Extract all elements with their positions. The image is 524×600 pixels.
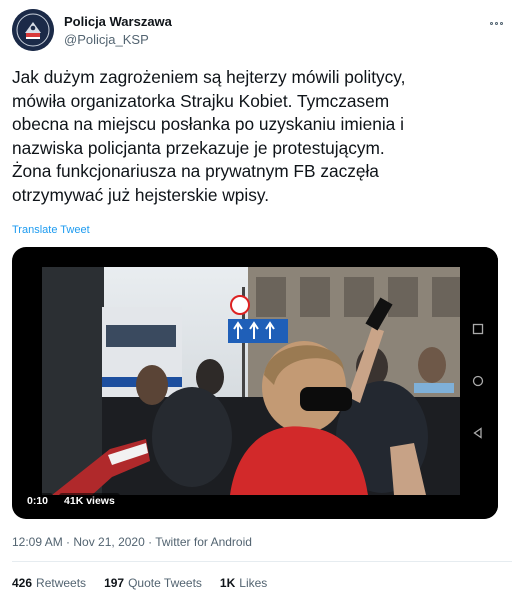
likes-label: Likes	[239, 576, 268, 590]
translate-tweet-link[interactable]: Translate Tweet	[12, 224, 90, 236]
video-thumbnail	[42, 267, 464, 495]
tweet-timestamp: 12:09 AM · Nov 21, 2020 · Twitter for An…	[12, 535, 252, 549]
retweets-label: Retweets	[36, 576, 87, 590]
separator: ·	[144, 535, 156, 549]
police-badge-icon	[12, 9, 54, 51]
retweets-count: 426	[12, 576, 33, 590]
video-duration: 0:10	[22, 493, 54, 509]
quote-tweets-label: Quote Tweets	[128, 576, 202, 590]
tweet-card: Policja Warszawa @Policja_KSP Jak dużym …	[0, 0, 524, 600]
tweet-time[interactable]: 12:09 AM	[12, 535, 63, 549]
tweet-text: Jak dużym zagrożeniem są hejterzy mówili…	[12, 67, 406, 205]
back-icon	[473, 427, 482, 439]
video-meta: 0:10 41K views	[22, 493, 120, 509]
more-options-icon[interactable]	[490, 12, 512, 28]
video-frame-image	[42, 267, 464, 495]
avatar[interactable]	[12, 9, 54, 51]
android-nav-bar	[460, 247, 498, 519]
recent-apps-icon	[472, 323, 484, 335]
retweets-stat[interactable]: 426 Retweets	[12, 576, 86, 590]
quote-tweets-count: 197	[104, 576, 125, 590]
tweet-header: Policja Warszawa @Policja_KSP	[12, 9, 512, 53]
quote-tweets-stat[interactable]: 197 Quote Tweets	[104, 576, 202, 590]
author-names: Policja Warszawa @Policja_KSP	[64, 14, 172, 48]
likes-count: 1K	[219, 576, 236, 590]
divider	[12, 561, 512, 562]
separator: ·	[62, 535, 74, 549]
video-player[interactable]: 0:10 41K views	[12, 247, 498, 519]
video-views: 41K views	[59, 493, 120, 509]
tweet-date[interactable]: Nov 21, 2020	[73, 535, 144, 549]
author-handle[interactable]: @Policja_KSP	[64, 31, 172, 48]
likes-stat[interactable]: 1K Likes	[220, 576, 267, 590]
tweet-source[interactable]: Twitter for Android	[155, 535, 252, 549]
home-icon	[472, 375, 484, 387]
tweet-stats: 426 Retweets 197 Quote Tweets 1K Likes	[12, 576, 267, 590]
author-display-name[interactable]: Policja Warszawa	[64, 14, 172, 30]
